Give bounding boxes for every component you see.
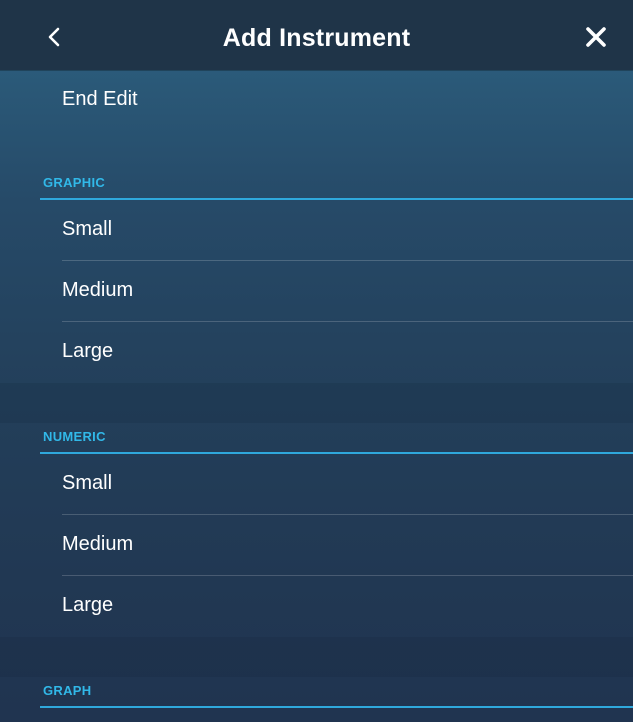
back-button[interactable] <box>34 17 74 57</box>
section-header-graphic: GRAPHIC <box>40 172 633 200</box>
numeric-medium-item[interactable]: Medium <box>62 515 633 576</box>
close-icon <box>586 27 606 47</box>
section-spacer <box>0 383 633 423</box>
add-instrument-panel: Add Instrument End Edit GRAPHIC Small Me… <box>0 0 633 722</box>
graphic-small-item[interactable]: Small <box>62 200 633 261</box>
page-title: Add Instrument <box>222 24 411 52</box>
section-header-graph: GRAPH <box>40 680 633 708</box>
section-header-numeric: NUMERIC <box>40 426 633 454</box>
graphic-medium-item[interactable]: Medium <box>62 261 633 322</box>
numeric-small-item[interactable]: Small <box>62 454 633 515</box>
section-spacer <box>0 637 633 677</box>
numeric-large-item[interactable]: Large <box>62 576 633 637</box>
close-button[interactable] <box>574 17 618 57</box>
title-bar: Add Instrument <box>0 0 633 70</box>
end-edit-button[interactable]: End Edit <box>62 70 633 130</box>
graphic-large-item[interactable]: Large <box>62 322 633 383</box>
chevron-left-icon <box>48 27 60 47</box>
